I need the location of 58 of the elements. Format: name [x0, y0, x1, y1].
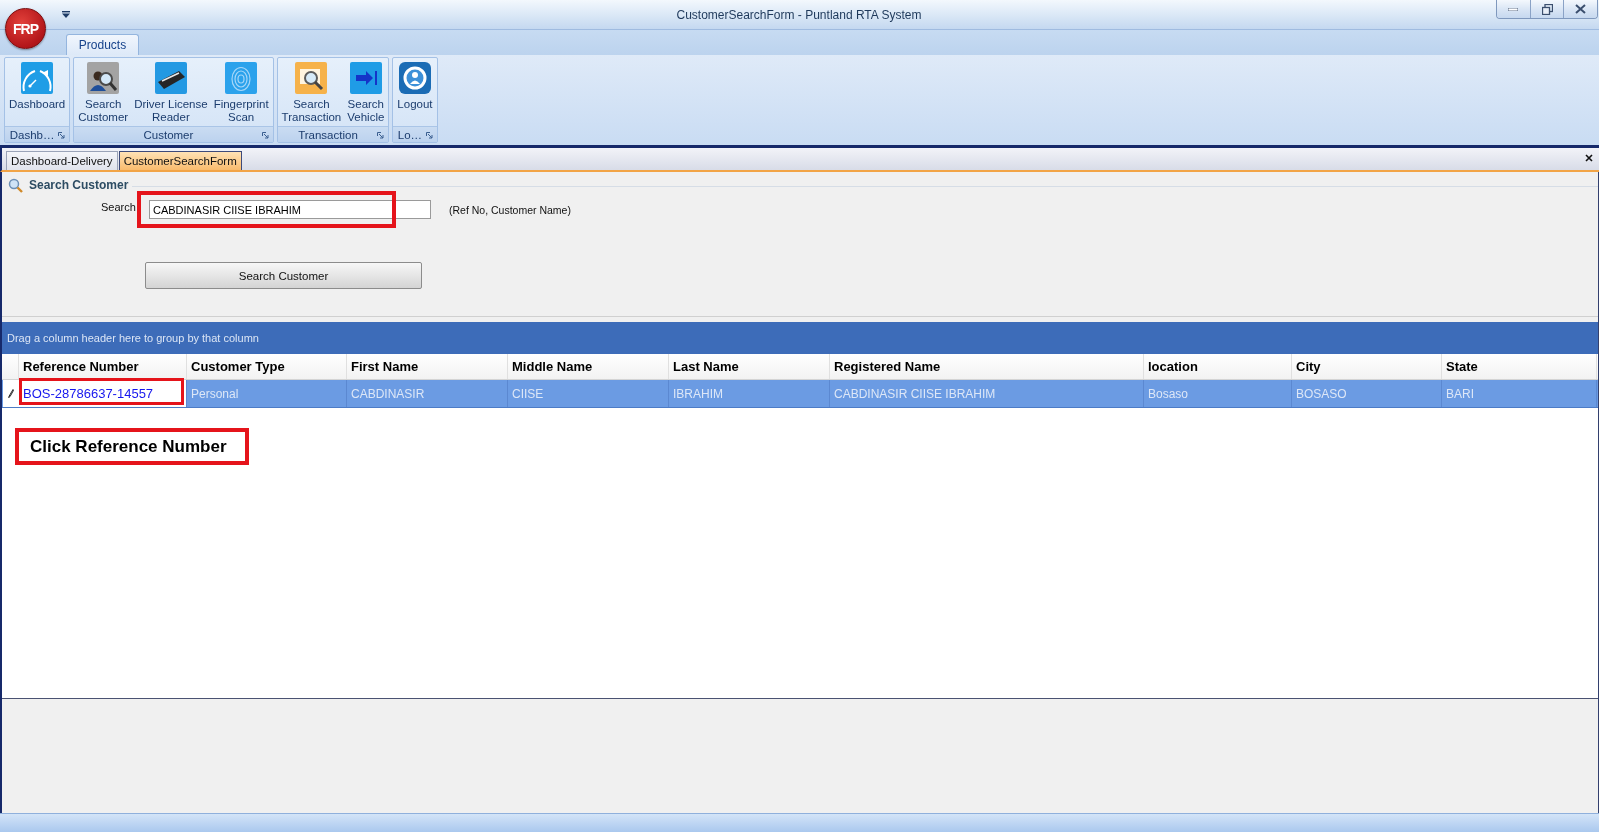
callout-note: Click Reference Number: [15, 428, 249, 465]
table-cell: CIISE: [508, 380, 669, 407]
group-panel-hint: Drag a column header here to group by that column: [7, 332, 259, 344]
search-field[interactable]: CABDINASIR CIISE IBRAHIM: [149, 200, 431, 219]
column-header[interactable]: City: [1292, 354, 1442, 379]
ribbon-group-label: Transaction: [298, 128, 358, 141]
license-reader-button[interactable]: Driver License Reader: [131, 62, 211, 126]
minimize-icon: [1508, 7, 1519, 11]
ribbon-group-label: Lo…: [397, 128, 423, 141]
fingerprint-button[interactable]: Fingerprint Scan: [210, 62, 272, 126]
column-header[interactable]: First Name: [347, 354, 508, 379]
table-cell: IBRAHIM: [669, 380, 830, 407]
close-icon: [1575, 4, 1587, 14]
table-cell: CABDINASIR CIISE IBRAHIM: [830, 380, 1144, 407]
dashboard-button[interactable]: Dashboard: [6, 62, 69, 126]
search-customer-button[interactable]: Search Customer: [145, 262, 422, 289]
document-tab[interactable]: CustomerSearchForm: [118, 151, 242, 170]
search-customer-button[interactable]: Search Customer: [75, 62, 132, 126]
table-cell: CABDINASIR: [347, 380, 508, 407]
gauge-icon: [21, 62, 54, 94]
fingerprint-icon: [225, 62, 258, 94]
document-tab[interactable]: Dashboard-Delivery: [6, 151, 118, 170]
search-icon: [8, 177, 23, 193]
window-title: CustomerSearchForm - Puntland RTA System: [676, 8, 922, 22]
ribbon-group-label: Dashb…: [9, 128, 55, 141]
ring-icon: [398, 62, 431, 94]
column-header[interactable]: Registered Name: [830, 354, 1144, 379]
launcher-icon[interactable]: [261, 132, 269, 139]
launcher-icon[interactable]: [58, 132, 66, 139]
column-header[interactable]: Reference Number: [19, 354, 187, 379]
document-magnifier-icon: [295, 62, 328, 94]
section-title: Search Customer: [29, 178, 129, 192]
grid-row[interactable]: BOS-28786637-14557 Personal CABDINASIR CIISE IBRAHIM CABDINASIR CIISE IBRAHIM Bosaso BOSASO BARI: [2, 380, 1598, 408]
logout-button[interactable]: Logout: [394, 62, 436, 126]
ribbon-tab[interactable]: Products: [66, 34, 139, 55]
ribbon-group-label: Customer: [143, 128, 194, 141]
restore-icon: [1541, 3, 1553, 15]
column-header[interactable]: Last Name: [669, 354, 830, 379]
table-cell: Bosaso: [1144, 380, 1292, 407]
column-header[interactable]: State: [1442, 354, 1597, 379]
search-transaction-button[interactable]: Search Transaction: [278, 62, 345, 126]
column-header[interactable]: location: [1144, 354, 1292, 379]
launcher-icon[interactable]: [425, 132, 433, 139]
caret-icon[interactable]: [62, 11, 70, 18]
restore-button[interactable]: [1530, 0, 1565, 18]
person-magnifier-icon: [87, 62, 120, 94]
table-cell: BARI: [1442, 380, 1597, 407]
column-header[interactable]: Middle Name: [508, 354, 669, 379]
reference-link[interactable]: BOS-28786637-14557: [19, 380, 187, 407]
launcher-icon[interactable]: [377, 132, 385, 139]
table-cell: BOSASO: [1292, 380, 1442, 407]
search-label: Search: [101, 200, 137, 213]
card-reader-icon: [154, 62, 187, 94]
search-vehicle-button[interactable]: Search Vehicle: [344, 62, 388, 126]
search-hint: (Ref No, Customer Name): [449, 203, 571, 216]
table-cell: Personal: [187, 380, 347, 407]
column-header[interactable]: Customer Type: [187, 354, 347, 379]
close-icon[interactable]: [1585, 154, 1593, 162]
